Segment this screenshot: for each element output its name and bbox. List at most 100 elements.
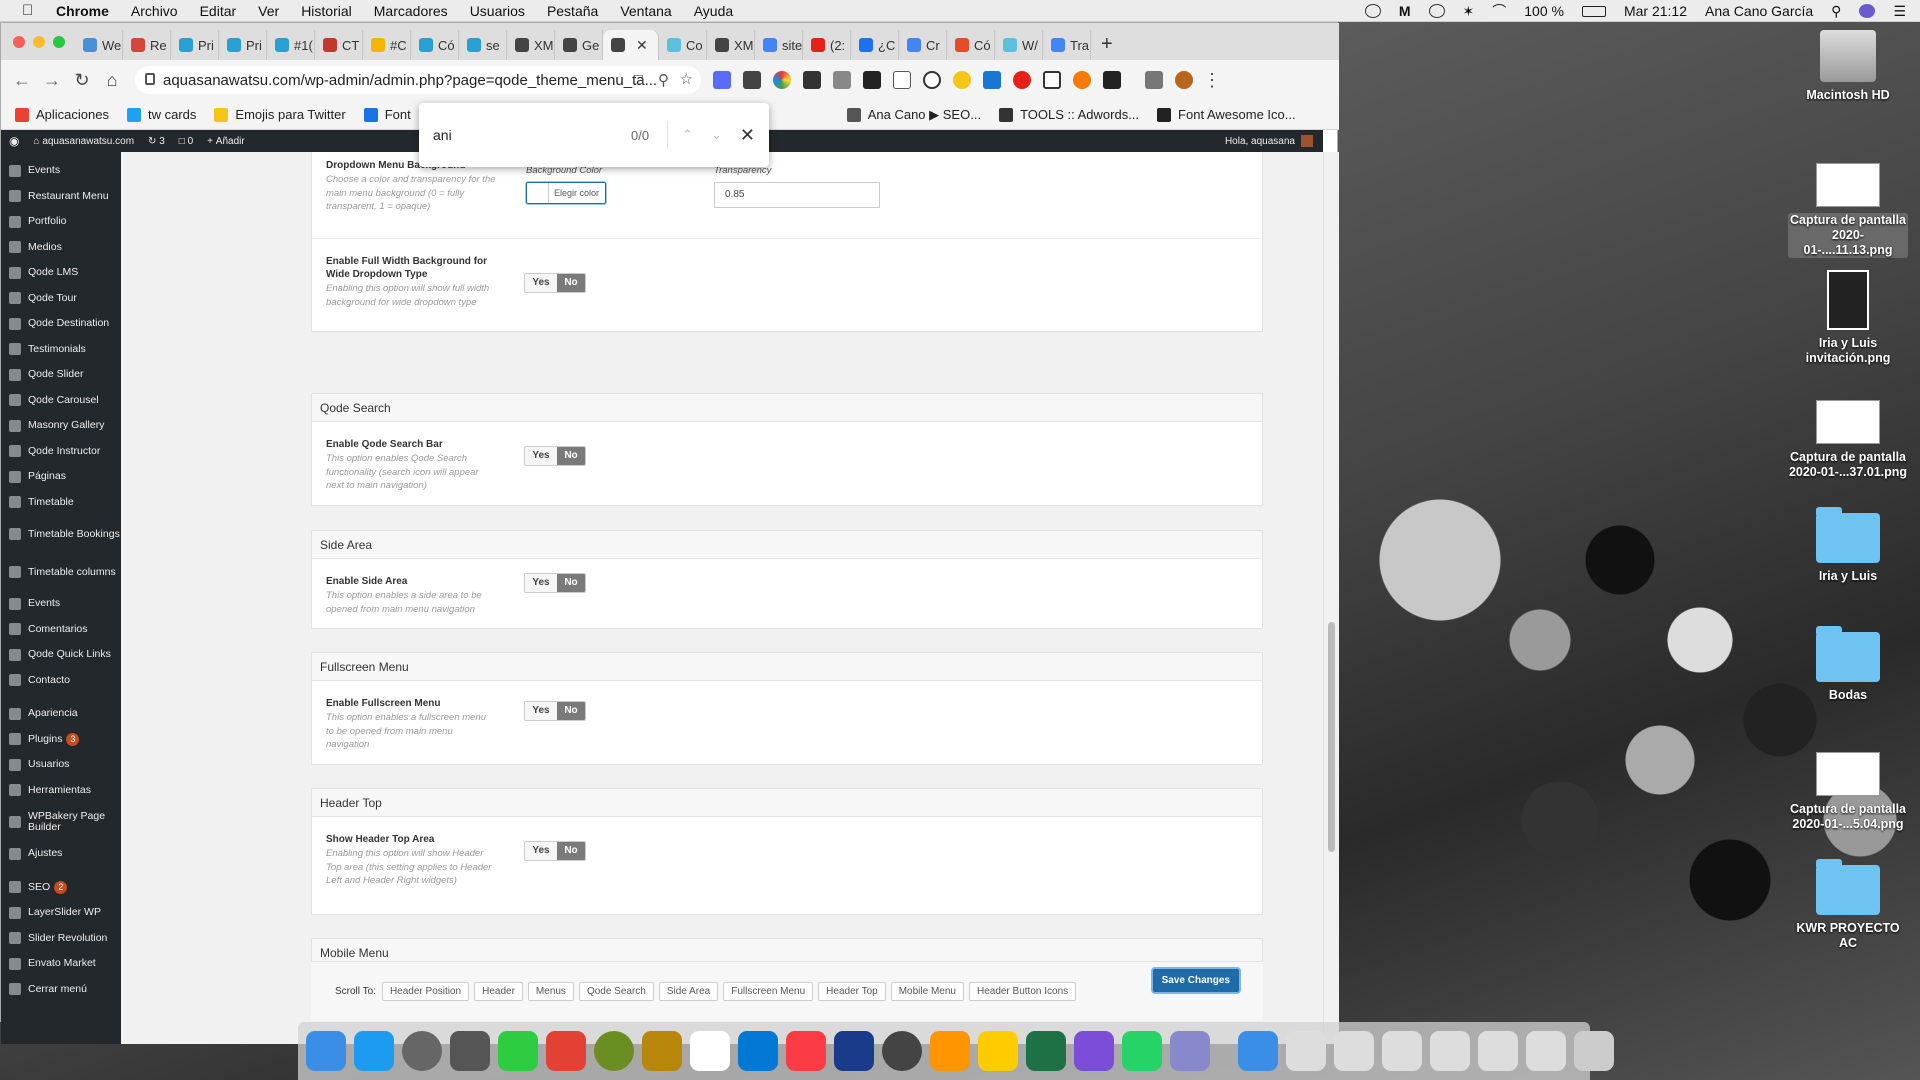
close-window-button[interactable] xyxy=(13,36,25,48)
home-icon[interactable]: ⌂ xyxy=(103,70,121,91)
page-scrollbar[interactable] xyxy=(1323,152,1339,1044)
scroll-to-header-position-button[interactable]: Header Position xyxy=(381,982,470,1001)
sidebar-item-plugins[interactable]: Plugins 3 xyxy=(1,727,121,753)
wifi-icon[interactable]: ⌒ xyxy=(1492,1,1506,21)
browser-tab[interactable]: #1( xyxy=(267,30,315,60)
add-new-link[interactable]: + Añadir xyxy=(207,136,245,147)
scroll-to-qode-search-button[interactable]: Qode Search xyxy=(578,982,654,1001)
browser-tab[interactable]: Pri xyxy=(171,30,219,60)
desktop-icon-folder[interactable]: KWR PROYECTO AC xyxy=(1788,859,1908,951)
sidebar-item-qode-slider[interactable]: Qode Slider xyxy=(1,362,121,388)
browser-tab[interactable]: ¿C xyxy=(851,30,899,60)
menu-ayuda[interactable]: Ayuda xyxy=(694,3,733,19)
bookmark-item[interactable]: Font Awesome Ico... xyxy=(1157,107,1296,122)
sidebar-item-timetable[interactable]: Timetable xyxy=(1,490,121,516)
transparency-input[interactable]: 0.85 xyxy=(714,182,880,208)
apple-icon[interactable]:  xyxy=(22,2,36,19)
sidebar-item-comentarios[interactable]: Comentarios xyxy=(1,617,121,643)
siri-icon[interactable] xyxy=(1859,4,1876,18)
browser-tab[interactable]: XM xyxy=(707,30,755,60)
sidebar-item-herramientas[interactable]: Herramientas xyxy=(1,778,121,804)
dock-app-icon[interactable] xyxy=(546,1031,586,1071)
user-name[interactable]: Ana Cano García xyxy=(1705,3,1813,19)
browser-tab[interactable]: Có xyxy=(411,30,459,60)
bookmark-item[interactable]: tw cards xyxy=(127,107,196,122)
malwarebytes-icon[interactable]: M xyxy=(1399,3,1411,19)
site-name-link[interactable]: ⌂ aquasanawatsu.com xyxy=(33,136,134,147)
find-icon[interactable]: □ xyxy=(634,71,643,88)
updates-link[interactable]: ↻ 3 xyxy=(148,136,165,147)
toggle-yes[interactable]: Yes xyxy=(525,574,557,592)
toggle-yes[interactable]: Yes xyxy=(525,274,557,292)
scroll-to-mobile-menu-button[interactable]: Mobile Menu xyxy=(890,982,964,1001)
dock-app-icon[interactable] xyxy=(978,1031,1018,1071)
sidebar-item-ajustes[interactable]: Ajustes xyxy=(1,841,121,867)
menu-marcadores[interactable]: Marcadores xyxy=(374,3,448,19)
scrollbar-thumb[interactable] xyxy=(1328,622,1335,852)
dock-app-icon[interactable] xyxy=(690,1031,730,1071)
sidebar-item-timetable-columns[interactable]: Timetable columns xyxy=(1,553,121,591)
close-tab-icon[interactable]: ✕ xyxy=(636,37,648,54)
spotlight-icon[interactable]: ⚲ xyxy=(1831,3,1841,20)
extension-icon[interactable] xyxy=(893,71,911,89)
menu-usuarios[interactable]: Usuarios xyxy=(470,3,525,19)
notification-center-icon[interactable]: ☰ xyxy=(1893,3,1906,20)
browser-tab[interactable]: Cr xyxy=(899,30,947,60)
wordpress-logo-icon[interactable]: ◉ xyxy=(9,134,19,148)
bookmark-star-icon[interactable]: ☆ xyxy=(680,70,693,88)
dock-app-icon[interactable] xyxy=(450,1031,490,1071)
scroll-to-fullscreen-menu-button[interactable]: Fullscreen Menu xyxy=(723,982,814,1001)
minimize-window-button[interactable] xyxy=(33,36,45,48)
dock-app-icon[interactable] xyxy=(786,1031,826,1071)
sidebar-item-usuarios[interactable]: Usuarios xyxy=(1,752,121,778)
sidebar-item-apariencia[interactable]: Apariencia xyxy=(1,701,121,727)
bookmark-item[interactable]: Font xyxy=(363,107,411,122)
sidebar-item-restaurant-menu[interactable]: Restaurant Menu xyxy=(1,184,121,210)
sidebar-item-qode-tour[interactable]: Qode Tour xyxy=(1,286,121,312)
scroll-to-header-top-button[interactable]: Header Top xyxy=(818,982,886,1001)
extension-icon[interactable] xyxy=(803,71,821,89)
greeting[interactable]: Hola, aquasana xyxy=(1225,136,1295,147)
sidebar-item-cerrar-men-[interactable]: Cerrar menú xyxy=(1,977,121,1003)
menu-editar[interactable]: Editar xyxy=(200,3,237,19)
bookmark-item[interactable]: Emojis para Twitter xyxy=(214,107,346,122)
bluetooth-icon[interactable]: ✶ xyxy=(1463,3,1475,20)
desktop-icon-folder[interactable]: Bodas xyxy=(1788,626,1908,703)
camera-icon[interactable] xyxy=(833,71,851,89)
full-width-toggle[interactable]: Yes No xyxy=(524,273,586,293)
browser-tab[interactable]: Co xyxy=(659,30,707,60)
comments-link[interactable]: □ 0 xyxy=(179,136,193,147)
dock-app-icon[interactable] xyxy=(1430,1031,1470,1071)
dock-app-icon[interactable] xyxy=(594,1031,634,1071)
forward-icon[interactable]: → xyxy=(43,70,61,91)
toggle-yes[interactable]: Yes xyxy=(525,842,557,860)
dock-app-icon[interactable] xyxy=(882,1031,922,1071)
zoom-icon[interactable]: ⚲ xyxy=(658,71,669,89)
dock-app-icon[interactable] xyxy=(1286,1031,1326,1071)
time-machine-icon[interactable] xyxy=(1428,4,1445,18)
sidebar-item-portfolio[interactable]: Portfolio xyxy=(1,209,121,235)
dock-app-icon[interactable] xyxy=(834,1031,874,1071)
desktop-icon-photo[interactable]: Iria y Luis invitación.png xyxy=(1788,270,1908,366)
sidebar-item-timetable-bookings[interactable]: Timetable Bookings xyxy=(1,515,121,553)
sidebar-item-slider-revolution[interactable]: Slider Revolution xyxy=(1,926,121,952)
sidebar-item-contacto[interactable]: Contacto xyxy=(1,668,121,694)
sidebar-item-masonry-gallery[interactable]: Masonry Gallery xyxy=(1,413,121,439)
browser-tab[interactable]: W/ xyxy=(995,30,1043,60)
battery-label[interactable]: 100 % xyxy=(1524,3,1564,19)
dock-app-icon[interactable] xyxy=(1526,1031,1566,1071)
bookmark-item[interactable]: Aplicaciones xyxy=(15,107,109,122)
scroll-to-side-area-button[interactable]: Side Area xyxy=(658,982,719,1001)
dock-app-icon[interactable] xyxy=(306,1031,346,1071)
extension-icon[interactable] xyxy=(1073,71,1091,89)
menu-pestana[interactable]: Pestaña xyxy=(547,3,598,19)
clock[interactable]: Mar 21:12 xyxy=(1624,3,1687,19)
dock-app-icon[interactable] xyxy=(1122,1031,1162,1071)
find-previous-button[interactable]: ⌃ xyxy=(682,127,693,143)
dock-app-icon[interactable] xyxy=(402,1031,442,1071)
browser-tab[interactable]: Pri xyxy=(219,30,267,60)
pocket-icon[interactable] xyxy=(1043,71,1061,89)
sidebar-item-seo[interactable]: SEO 2 xyxy=(1,875,121,901)
browser-tab[interactable]: Có xyxy=(947,30,995,60)
desktop-icon-thumb[interactable]: Captura de pantalla 2020-01-...37.01.png xyxy=(1788,400,1908,480)
